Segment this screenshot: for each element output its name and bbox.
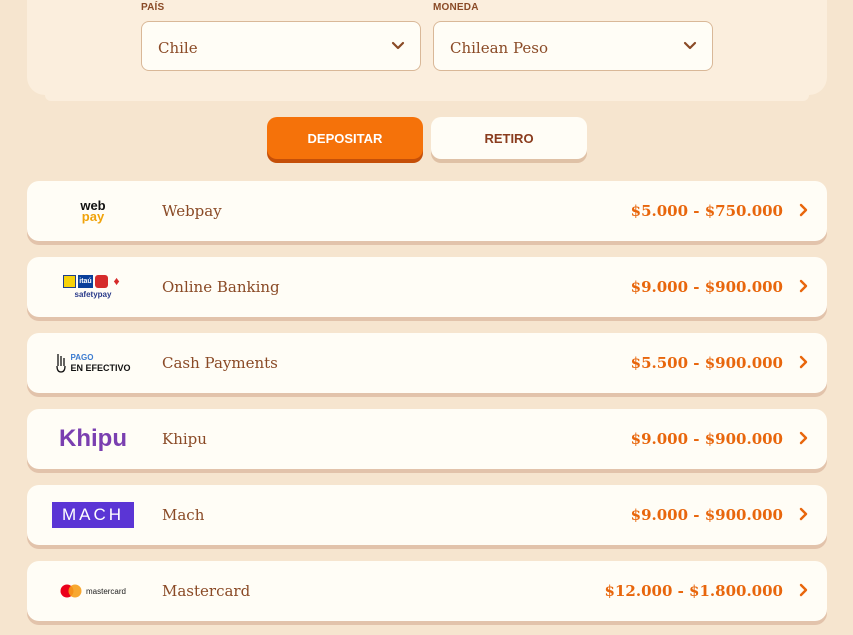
mach-logo-text: MACH bbox=[52, 502, 134, 528]
currency-select[interactable]: Chilean Peso bbox=[433, 21, 713, 71]
payment-method-webpay[interactable]: web pay Webpay $5.000 - $750.000 bbox=[27, 181, 827, 241]
mastercard-logo: mastercard bbox=[51, 571, 135, 611]
currency-value: Chilean Peso bbox=[450, 39, 549, 57]
method-name: Mastercard bbox=[162, 582, 251, 600]
payment-method-mastercard[interactable]: mastercard Mastercard $12.000 - $1.800.0… bbox=[27, 561, 827, 621]
hand-icon bbox=[56, 354, 67, 373]
method-range: $12.000 - $1.800.000 bbox=[604, 582, 783, 600]
mach-logo: MACH bbox=[51, 495, 135, 535]
method-range: $5.500 - $900.000 bbox=[630, 354, 783, 372]
country-select[interactable]: Chile bbox=[141, 21, 421, 71]
method-range: $9.000 - $900.000 bbox=[630, 430, 783, 448]
method-range: $9.000 - $900.000 bbox=[630, 278, 783, 296]
chevron-right-icon bbox=[799, 507, 808, 521]
payment-method-online-banking[interactable]: itaú ♦ safetypay Online Banking $9.000 -… bbox=[27, 257, 827, 317]
payment-method-cash-payments[interactable]: PAGO EN EFECTIVO Cash Payments $5.500 - … bbox=[27, 333, 827, 393]
itau-logo-text: itaú bbox=[78, 275, 93, 288]
cash-logo-text-2: EN EFECTIVO bbox=[70, 363, 131, 373]
tab-withdraw[interactable]: RETIRO bbox=[431, 117, 587, 159]
payment-method-khipu[interactable]: Khipu Khipu $9.000 - $900.000 bbox=[27, 409, 827, 469]
tab-deposit[interactable]: DEPOSITAR bbox=[267, 117, 423, 159]
method-range: $5.000 - $750.000 bbox=[630, 202, 783, 220]
country-value: Chile bbox=[158, 39, 198, 57]
method-name: Online Banking bbox=[162, 278, 280, 296]
khipu-logo: Khipu bbox=[51, 419, 135, 459]
chevron-right-icon bbox=[799, 355, 808, 369]
chevron-right-icon bbox=[799, 431, 808, 445]
mastercard-logo-text: mastercard bbox=[85, 586, 126, 596]
method-range: $9.000 - $900.000 bbox=[630, 506, 783, 524]
method-name: Mach bbox=[162, 506, 205, 524]
method-name: Cash Payments bbox=[162, 354, 278, 372]
chevron-right-icon bbox=[799, 279, 808, 293]
chevron-down-icon bbox=[391, 41, 405, 50]
chevron-down-icon bbox=[683, 41, 697, 50]
online-banking-logo: itaú ♦ safetypay bbox=[51, 267, 135, 307]
safetypay-logo-text: safetypay bbox=[74, 290, 112, 299]
country-label: PAÍS bbox=[141, 2, 165, 13]
mastercard-circles-icon bbox=[60, 584, 82, 598]
method-name: Webpay bbox=[162, 202, 222, 220]
webpay-logo-text-2: pay bbox=[81, 209, 105, 224]
payment-method-mach[interactable]: MACH Mach $9.000 - $900.000 bbox=[27, 485, 827, 545]
method-name: Khipu bbox=[162, 430, 207, 448]
chevron-right-icon bbox=[799, 203, 808, 217]
currency-label: MONEDA bbox=[433, 2, 479, 13]
chevron-right-icon bbox=[799, 583, 808, 597]
webpay-logo: web pay bbox=[51, 191, 135, 231]
khipu-logo-text: Khipu bbox=[59, 425, 127, 452]
cash-logo-text-1: PAGO bbox=[70, 353, 94, 362]
cash-payments-logo: PAGO EN EFECTIVO bbox=[51, 343, 135, 383]
